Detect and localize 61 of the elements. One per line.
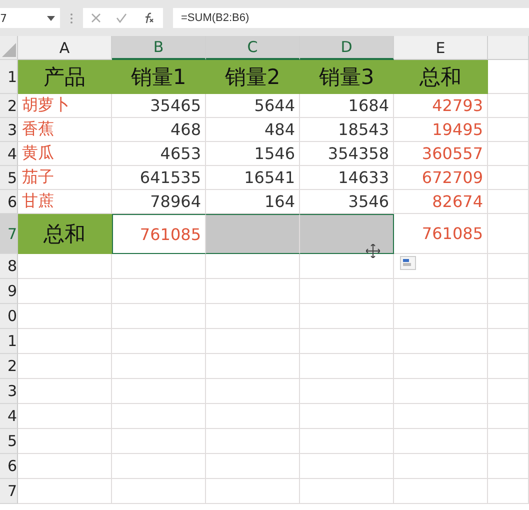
header-cell: 总和 (394, 60, 488, 94)
grip-icon (70, 12, 73, 24)
move-cursor-icon (366, 244, 380, 258)
row-header[interactable]: 3 (0, 118, 18, 142)
table-cell: 1546 (206, 142, 300, 166)
row-header[interactable]: 5 (0, 429, 18, 454)
row-header[interactable]: 8 (0, 254, 18, 279)
table-cell: 82674 (394, 190, 488, 214)
table-cell: 香蕉 (18, 118, 112, 142)
header-cell: 销量3 (300, 60, 394, 94)
row-header[interactable]: 5 (0, 166, 18, 190)
column-header[interactable]: B (112, 36, 206, 60)
check-icon[interactable] (116, 13, 128, 23)
column-header[interactable]: C (206, 36, 300, 60)
table-cell: 黄瓜 (18, 142, 112, 166)
paste-options-icon[interactable] (400, 256, 416, 270)
function-icon[interactable] (143, 12, 156, 24)
cancel-icon[interactable] (90, 13, 101, 23)
table-cell: 672709 (394, 166, 488, 190)
row-header[interactable]: 2 (0, 94, 18, 118)
table-cell: 茄子 (18, 166, 112, 190)
row-header[interactable]: 0 (0, 304, 18, 329)
formula-field[interactable]: =SUM(B2:B6) (173, 8, 529, 28)
table-cell: 35465 (112, 94, 206, 118)
row-header[interactable]: 6 (0, 190, 18, 214)
table-cell: 16541 (206, 166, 300, 190)
table-cell: 14633 (300, 166, 394, 190)
table-cell: 19495 (394, 118, 488, 142)
column-header[interactable]: D (300, 36, 394, 60)
row-header[interactable]: 1 (0, 329, 18, 354)
table-cell: 761085 (394, 214, 488, 254)
row-header[interactable]: 4 (0, 404, 18, 429)
table-cell: 42793 (394, 94, 488, 118)
table-cell: 5644 (206, 94, 300, 118)
table-cell: 胡萝卜 (18, 94, 112, 118)
row-header[interactable]: 7 (0, 479, 18, 504)
table-cell: 18543 (300, 118, 394, 142)
header-cell: 销量2 (206, 60, 300, 94)
table-cell: 总和 (18, 214, 112, 254)
row-header[interactable]: 6 (0, 454, 18, 479)
header-cell: 销量1 (112, 60, 206, 94)
row-header[interactable]: 9 (0, 279, 18, 304)
row-header[interactable]: 1 (0, 60, 18, 94)
row-header[interactable]: 2 (0, 354, 18, 379)
row-header[interactable]: 7 (0, 214, 18, 254)
header-cell: 产品 (18, 60, 112, 94)
table-cell: 360557 (394, 142, 488, 166)
select-all-icon[interactable] (2, 43, 16, 57)
table-cell: 354358 (300, 142, 394, 166)
table-cell: 468 (112, 118, 206, 142)
name-box[interactable]: 7 (0, 8, 60, 28)
caret-icon (47, 16, 55, 20)
table-cell: 641535 (112, 166, 206, 190)
table-cell: 4653 (112, 142, 206, 166)
row-header[interactable]: 3 (0, 379, 18, 404)
row-header[interactable]: 4 (0, 142, 18, 166)
table-cell: 1684 (300, 94, 394, 118)
column-header[interactable]: A (18, 36, 112, 60)
table-cell: 761085 (112, 214, 206, 254)
table-cell: 484 (206, 118, 300, 142)
column-header[interactable]: E (394, 36, 488, 60)
